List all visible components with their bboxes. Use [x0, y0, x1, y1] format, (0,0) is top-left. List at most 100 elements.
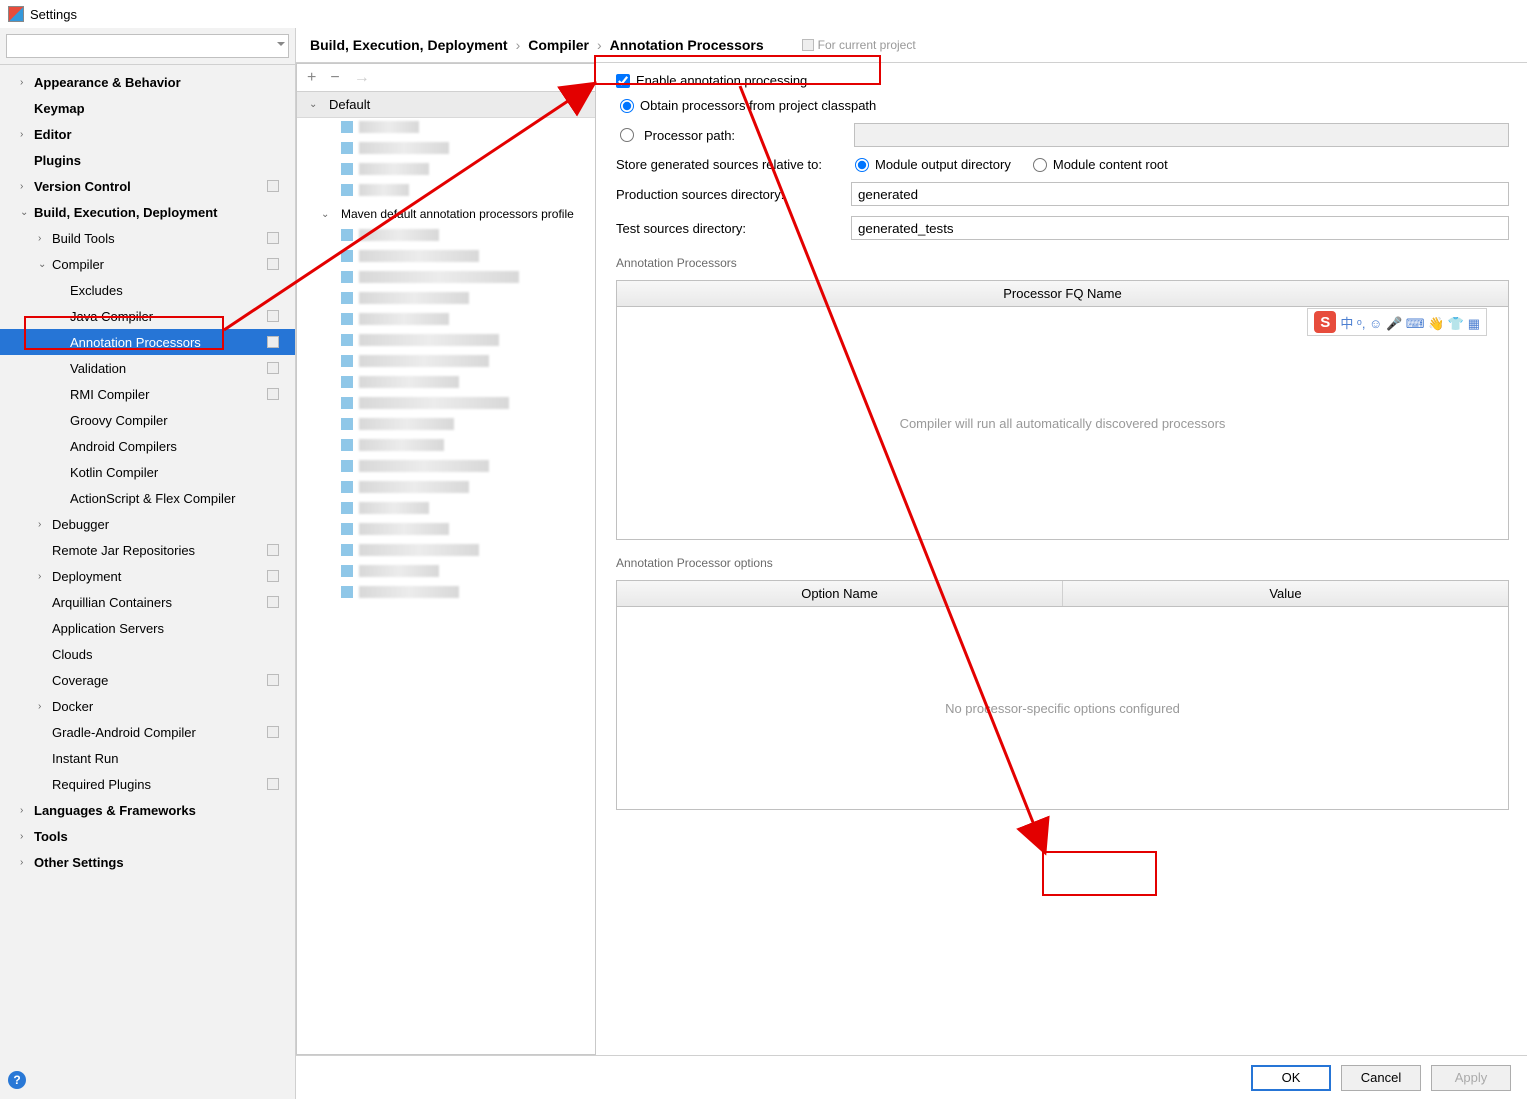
tree-item-languages-frameworks[interactable]: ›Languages & Frameworks	[0, 797, 295, 823]
module-item-redacted[interactable]	[341, 118, 595, 136]
crumb-1[interactable]: Compiler	[528, 37, 589, 53]
option-name-header[interactable]: Option Name	[617, 581, 1063, 606]
module-name-redacted	[359, 376, 459, 388]
tree-item-java-compiler[interactable]: Java Compiler	[0, 303, 295, 329]
crumb-0[interactable]: Build, Execution, Deployment	[310, 37, 508, 53]
app-icon	[8, 6, 24, 22]
test-dir-input[interactable]	[851, 216, 1509, 240]
tree-item-build-execution-deployment[interactable]: ⌄Build, Execution, Deployment	[0, 199, 295, 225]
cancel-button[interactable]: Cancel	[1341, 1065, 1421, 1091]
tree-item-keymap[interactable]: Keymap	[0, 95, 295, 121]
module-item-redacted[interactable]	[341, 373, 595, 391]
add-profile-icon[interactable]: +	[307, 69, 316, 87]
tree-item-android-compilers[interactable]: Android Compilers	[0, 433, 295, 459]
tree-item-debugger[interactable]: ›Debugger	[0, 511, 295, 537]
module-item-redacted[interactable]	[341, 499, 595, 517]
tree-item-required-plugins[interactable]: Required Plugins	[0, 771, 295, 797]
module-item-redacted[interactable]	[341, 478, 595, 496]
module-icon	[341, 250, 353, 262]
tree-item-label: Kotlin Compiler	[70, 465, 158, 480]
tree-item-excludes[interactable]: Excludes	[0, 277, 295, 303]
module-item-redacted[interactable]	[341, 160, 595, 178]
ok-button[interactable]: OK	[1251, 1065, 1331, 1091]
module-item-redacted[interactable]	[341, 583, 595, 601]
module-icon	[341, 502, 353, 514]
option-value-header[interactable]: Value	[1063, 581, 1508, 606]
tree-item-groovy-compiler[interactable]: Groovy Compiler	[0, 407, 295, 433]
module-icon	[341, 439, 353, 451]
processor-path-label: Processor path:	[644, 128, 844, 143]
tree-item-appearance-behavior[interactable]: ›Appearance & Behavior	[0, 69, 295, 95]
content: Build, Execution, Deployment › Compiler …	[296, 28, 1527, 1099]
tree-item-label: Version Control	[34, 179, 131, 194]
module-item-redacted[interactable]	[341, 436, 595, 454]
tree-item-validation[interactable]: Validation	[0, 355, 295, 381]
module-item-redacted[interactable]	[341, 331, 595, 349]
module-item-redacted[interactable]	[341, 541, 595, 559]
dialog-footer: OK Cancel Apply	[296, 1055, 1527, 1099]
module-output-radio[interactable]	[855, 158, 869, 172]
module-item-redacted[interactable]	[341, 181, 595, 199]
enable-annotation-checkbox[interactable]	[616, 74, 630, 88]
module-content-radio[interactable]	[1033, 158, 1047, 172]
profile-maven[interactable]: ⌄ Maven default annotation processors pr…	[297, 202, 595, 226]
module-item-redacted[interactable]	[341, 268, 595, 286]
tree-item-label: Arquillian Containers	[52, 595, 172, 610]
help-icon[interactable]: ?	[8, 1071, 26, 1089]
tree-item-label: Plugins	[34, 153, 81, 168]
tree-item-coverage[interactable]: Coverage	[0, 667, 295, 693]
module-item-redacted[interactable]	[341, 394, 595, 412]
prod-dir-input[interactable]	[851, 182, 1509, 206]
move-profile-icon[interactable]: →	[354, 69, 370, 87]
tree-item-remote-jar-repositories[interactable]: Remote Jar Repositories	[0, 537, 295, 563]
processor-path-radio[interactable]	[620, 128, 634, 142]
module-item-redacted[interactable]	[341, 457, 595, 475]
tree-item-label: Required Plugins	[52, 777, 151, 792]
module-name-redacted	[359, 250, 479, 262]
tree-item-annotation-processors[interactable]: Annotation Processors	[0, 329, 295, 355]
module-name-redacted	[359, 565, 439, 577]
tree-item-version-control[interactable]: ›Version Control	[0, 173, 295, 199]
titlebar: Settings	[0, 0, 1527, 28]
tree-item-rmi-compiler[interactable]: RMI Compiler	[0, 381, 295, 407]
search-dropdown-icon[interactable]	[277, 42, 285, 46]
module-item-redacted[interactable]	[341, 226, 595, 244]
processor-fqname-header[interactable]: Processor FQ Name	[617, 281, 1508, 306]
crumb-2: Annotation Processors	[610, 37, 764, 53]
search-input[interactable]	[6, 34, 289, 58]
module-name-redacted	[359, 544, 479, 556]
module-icon	[341, 229, 353, 241]
for-project-label: For current project	[818, 38, 916, 52]
module-name-redacted	[359, 313, 449, 325]
module-item-redacted[interactable]	[341, 415, 595, 433]
profile-default[interactable]: ⌄ Default	[297, 92, 595, 118]
tree-item-clouds[interactable]: Clouds	[0, 641, 295, 667]
tree-item-docker[interactable]: ›Docker	[0, 693, 295, 719]
tree-item-label: Remote Jar Repositories	[52, 543, 195, 558]
tree-item-application-servers[interactable]: Application Servers	[0, 615, 295, 641]
module-item-redacted[interactable]	[341, 562, 595, 580]
ime-chars: 中 ᵒ, ☺ 🎤 ⌨ 👋 👕 ▦	[1340, 313, 1480, 332]
tree-item-other-settings[interactable]: ›Other Settings	[0, 849, 295, 875]
tree-item-tools[interactable]: ›Tools	[0, 823, 295, 849]
tree-item-kotlin-compiler[interactable]: Kotlin Compiler	[0, 459, 295, 485]
module-item-redacted[interactable]	[341, 289, 595, 307]
module-item-redacted[interactable]	[341, 520, 595, 538]
tree-item-deployment[interactable]: ›Deployment	[0, 563, 295, 589]
ime-toolbar[interactable]: S 中 ᵒ, ☺ 🎤 ⌨ 👋 👕 ▦	[1307, 308, 1487, 336]
tree-item-actionscript-flex-compiler[interactable]: ActionScript & Flex Compiler	[0, 485, 295, 511]
remove-profile-icon[interactable]: −	[330, 69, 339, 87]
module-output-label: Module output directory	[875, 157, 1011, 172]
tree-item-editor[interactable]: ›Editor	[0, 121, 295, 147]
tree-item-instant-run[interactable]: Instant Run	[0, 745, 295, 771]
module-item-redacted[interactable]	[341, 310, 595, 328]
module-item-redacted[interactable]	[341, 139, 595, 157]
module-item-redacted[interactable]	[341, 352, 595, 370]
obtain-classpath-radio[interactable]	[620, 99, 634, 113]
tree-item-compiler[interactable]: ⌄Compiler	[0, 251, 295, 277]
tree-item-gradle-android-compiler[interactable]: Gradle-Android Compiler	[0, 719, 295, 745]
tree-item-build-tools[interactable]: ›Build Tools	[0, 225, 295, 251]
module-item-redacted[interactable]	[341, 247, 595, 265]
tree-item-plugins[interactable]: Plugins	[0, 147, 295, 173]
tree-item-arquillian-containers[interactable]: Arquillian Containers	[0, 589, 295, 615]
